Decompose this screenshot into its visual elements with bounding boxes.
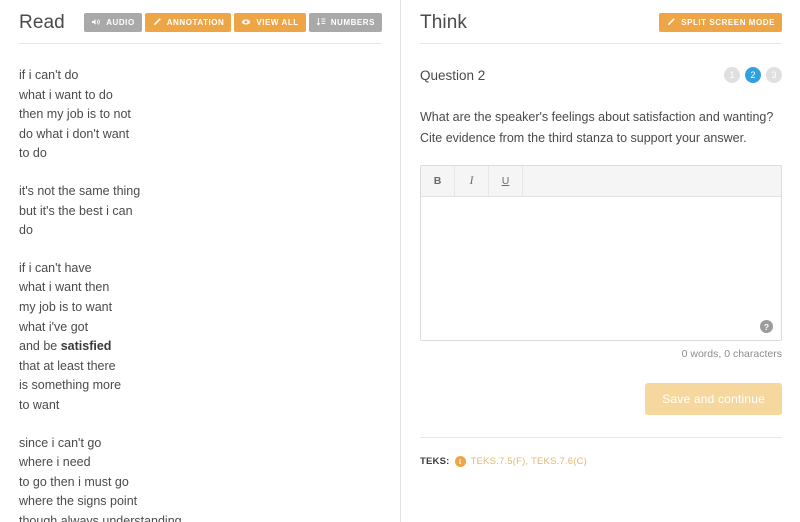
bold-button[interactable]: B	[421, 166, 455, 196]
poem-line: to go then i must go	[19, 473, 381, 493]
think-header-divider	[420, 43, 782, 44]
poem-stanza: since i can't gowhere i needto go then i…	[19, 434, 381, 522]
read-header-divider	[19, 43, 382, 44]
question-pager: 1 2 3	[724, 67, 782, 83]
help-icon[interactable]: ?	[760, 320, 773, 333]
poem-line: if i can't have	[19, 259, 381, 279]
read-toolbar: AUDIO ANNOTATION VIEW ALL	[84, 13, 382, 32]
poem-line: do	[19, 221, 381, 241]
view-all-button[interactable]: VIEW ALL	[234, 13, 305, 32]
poem-line: where i need	[19, 453, 381, 473]
question-row: Question 2 1 2 3	[420, 67, 782, 83]
split-screen-mode-button[interactable]: SPLIT SCREEN MODE	[659, 13, 782, 32]
read-panel-header: Read AUDIO ANNOTATION	[0, 0, 400, 44]
poem-line: where the signs point	[19, 492, 381, 512]
poem-line: that at least there	[19, 357, 381, 377]
audio-button-label: AUDIO	[106, 18, 135, 27]
poem-line: to do	[19, 144, 381, 164]
poem-text: if i can't dowhat i want to dothen my jo…	[0, 44, 400, 522]
read-panel: Read AUDIO ANNOTATION	[0, 0, 401, 522]
eye-icon	[241, 17, 251, 27]
pager-dot-3[interactable]: 3	[766, 67, 782, 83]
question-prompt-line-2: Cite evidence from the third stanza to s…	[420, 128, 780, 149]
annotation-button[interactable]: ANNOTATION	[145, 13, 232, 32]
pager-dot-2[interactable]: 2	[745, 67, 761, 83]
save-row: Save and continue	[420, 383, 782, 415]
page-title: Read	[19, 13, 65, 32]
view-all-button-label: VIEW ALL	[256, 18, 298, 27]
numbers-button[interactable]: NUMBERS	[309, 13, 382, 32]
pencil-icon	[152, 17, 162, 27]
question-prompt-line-1: What are the speaker's feelings about sa…	[420, 107, 780, 128]
editor-toolbar: B I U	[421, 166, 781, 197]
poem-line: and be satisfied	[19, 337, 381, 357]
teks-label: TEKS:	[420, 456, 450, 467]
poem-stanza: if i can't dowhat i want to dothen my jo…	[19, 66, 381, 164]
audio-button[interactable]: AUDIO	[84, 13, 142, 32]
numbers-button-label: NUMBERS	[331, 18, 375, 27]
poem-line: what i want to do	[19, 86, 381, 106]
think-title: Think	[420, 13, 467, 32]
poem-line: to want	[19, 396, 381, 416]
split-screen-mode-label: SPLIT SCREEN MODE	[681, 18, 775, 27]
question-prompt: What are the speaker's feelings about sa…	[420, 107, 780, 149]
poem-line: what i want then	[19, 278, 381, 298]
poem-line: it's not the same thing	[19, 182, 381, 202]
pencil-icon	[666, 17, 676, 27]
poem-line: though always understanding	[19, 512, 381, 522]
italic-button[interactable]: I	[455, 166, 489, 196]
underline-button[interactable]: U	[489, 166, 523, 196]
save-and-continue-button[interactable]: Save and continue	[645, 383, 782, 415]
line-numbers-icon	[316, 17, 326, 27]
poem-line: since i can't go	[19, 434, 381, 454]
answer-editor: B I U ?	[420, 165, 782, 341]
info-icon[interactable]: i	[455, 456, 466, 467]
audio-icon	[91, 17, 101, 27]
answer-textarea[interactable]: ?	[421, 197, 781, 340]
poem-stanza: if i can't havewhat i want thenmy job is…	[19, 259, 381, 416]
pager-dot-1[interactable]: 1	[724, 67, 740, 83]
poem-line: but it's the best i can	[19, 202, 381, 222]
teks-footer: TEKS: i TEKS.7.5(F), TEKS.7.6(C)	[420, 456, 587, 467]
poem-line: my job is to want	[19, 298, 381, 318]
poem-highlight: satisfied	[61, 339, 112, 353]
teks-codes[interactable]: TEKS.7.5(F), TEKS.7.6(C)	[471, 456, 588, 467]
question-label: Question 2	[420, 68, 485, 83]
poem-line: is something more	[19, 376, 381, 396]
teks-divider	[420, 437, 782, 438]
poem-line: what i've got	[19, 318, 381, 338]
poem-line: then my job is to not	[19, 105, 381, 125]
poem-stanza: it's not the same thingbut it's the best…	[19, 182, 381, 241]
poem-line: if i can't do	[19, 66, 381, 86]
word-count: 0 words, 0 characters	[420, 348, 782, 360]
poem-line: do what i don't want	[19, 125, 381, 145]
app-root: Read AUDIO ANNOTATION	[0, 0, 800, 522]
think-panel-header: Think SPLIT SCREEN MODE	[401, 0, 800, 44]
annotation-button-label: ANNOTATION	[167, 18, 225, 27]
think-panel: Think SPLIT SCREEN MODE Question 2 1 2 3	[401, 0, 800, 522]
think-body: Question 2 1 2 3 What are the speaker's …	[401, 67, 800, 415]
